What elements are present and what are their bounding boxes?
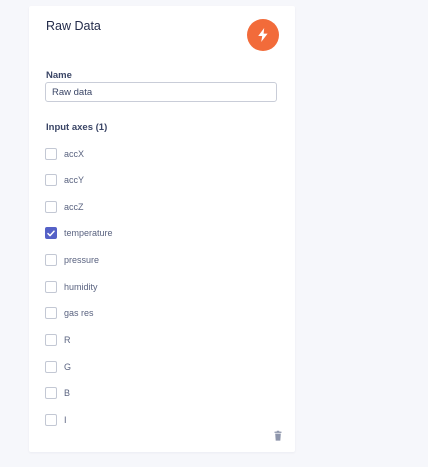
checkbox[interactable] [45,387,57,399]
axis-checkbox-row-accz[interactable]: accZ [45,200,84,214]
axis-checkbox-row-i[interactable]: I [45,413,67,427]
name-input[interactable] [45,82,277,102]
axis-checkbox-row-temperature[interactable]: temperature [45,226,113,240]
check-icon [47,229,55,236]
axis-checkbox-row-accx[interactable]: accX [45,147,84,161]
axis-label: I [64,415,67,425]
axis-checkbox-row-gas-res[interactable]: gas res [45,306,94,320]
raw-data-block-card: Raw Data Name Input axes (1) accX accY a… [29,6,295,452]
axis-checkbox-row-humidity[interactable]: humidity [45,280,98,294]
checkbox[interactable] [45,281,57,293]
checkbox[interactable] [45,334,57,346]
checkbox[interactable] [45,414,57,426]
lightning-bolt-icon [258,28,268,42]
checkbox[interactable] [45,307,57,319]
axis-checkbox-row-r[interactable]: R [45,333,71,347]
block-title: Raw Data [46,19,101,33]
checkbox[interactable] [45,361,57,373]
axis-label: temperature [64,228,113,238]
checkbox[interactable] [45,254,57,266]
checkbox[interactable] [45,148,57,160]
axis-label: B [64,388,71,398]
trash-icon[interactable] [272,430,284,442]
checkbox[interactable] [45,174,57,186]
checkbox-checked[interactable] [45,227,57,239]
axis-checkbox-row-b[interactable]: B [45,386,70,400]
axis-checkbox-row-pressure[interactable]: pressure [45,253,99,267]
axis-checkbox-row-accy[interactable]: accY [45,173,84,187]
axis-label: gas res [64,308,94,318]
input-axes-label: Input axes (1) [46,122,108,133]
axis-label: pressure [64,255,100,265]
axis-checkbox-row-g[interactable]: G [45,360,71,374]
axis-label: accZ [64,202,84,212]
axis-label: humidity [64,282,98,292]
block-badge [247,19,279,51]
name-field-label: Name [46,70,72,81]
axis-label: R [64,335,71,345]
axis-label: G [64,362,72,372]
checkbox[interactable] [45,201,57,213]
axis-label: accY [64,175,85,185]
axis-label: accX [64,149,85,159]
